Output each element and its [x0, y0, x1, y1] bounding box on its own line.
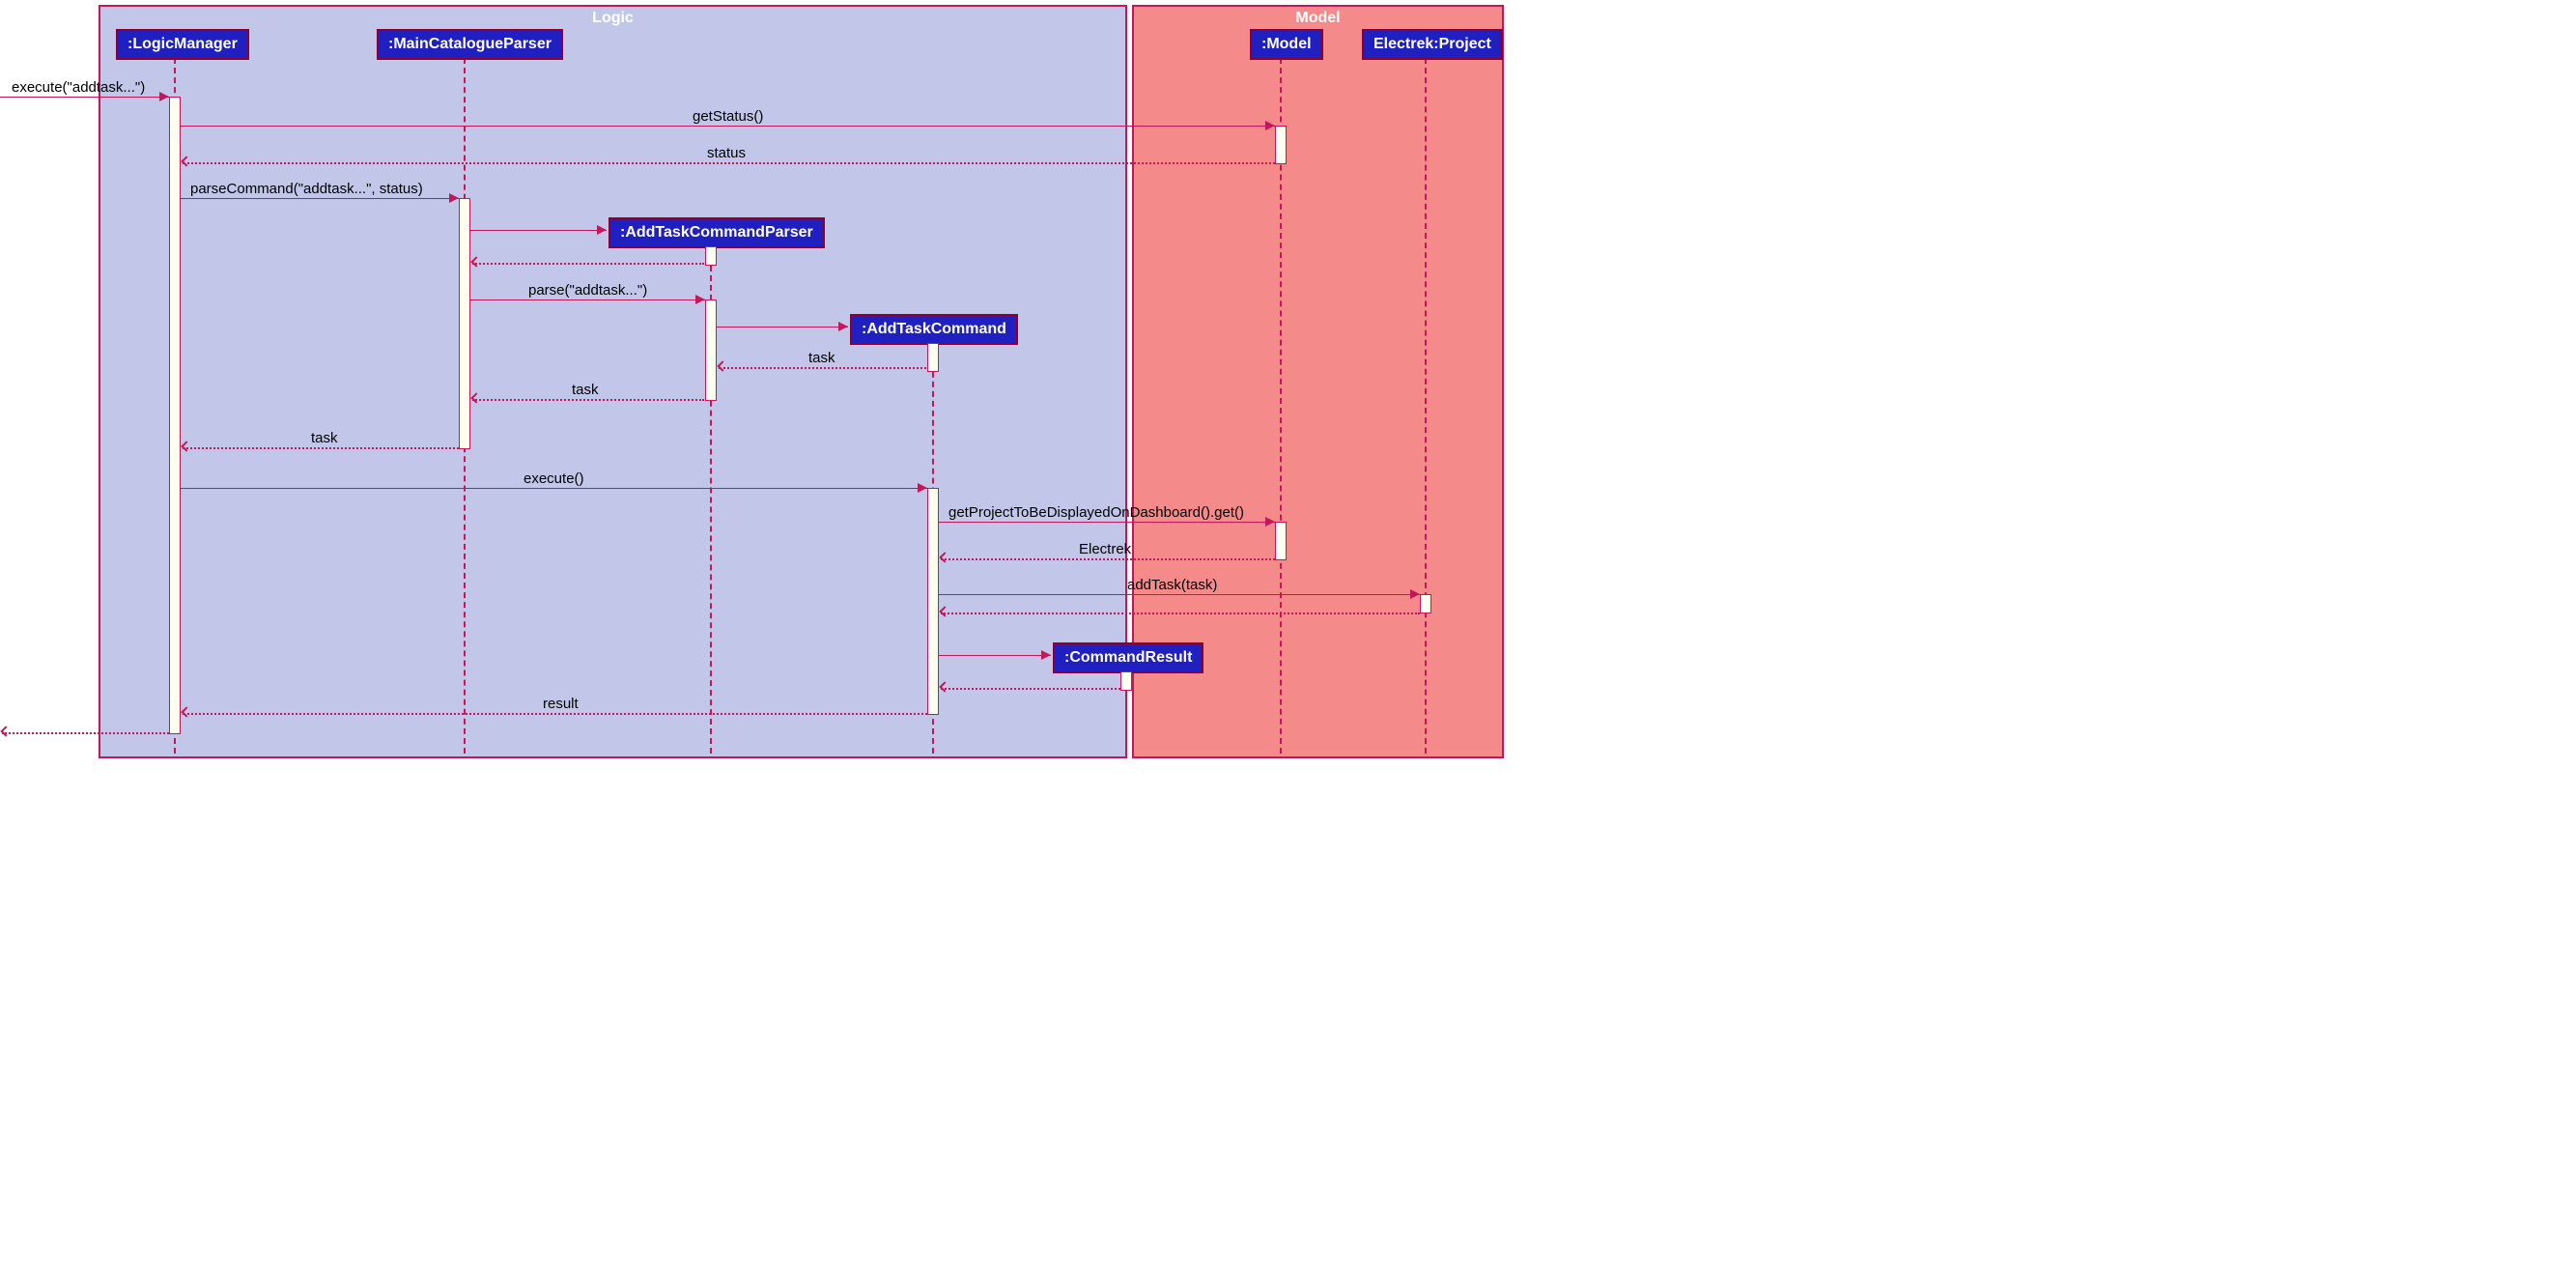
arrow-create-atp — [470, 230, 607, 231]
arrow-create-cr-ret — [941, 688, 1120, 690]
activation-addtaskparser-create — [705, 246, 717, 266]
label-m4: parseCommand("addtask...", status) — [188, 181, 425, 197]
frame-model-title: Model — [1295, 10, 1340, 27]
arrowtip-create-atp — [597, 225, 607, 235]
label-m1: execute("addtask...") — [10, 79, 147, 96]
frame-logic-title: Logic — [592, 10, 634, 27]
participant-addtaskparser: :AddTaskCommandParser — [609, 217, 825, 248]
arrow-m7 — [472, 399, 704, 401]
arrowtip-final-ret — [0, 726, 11, 736]
arrowtip-create-atc — [838, 322, 848, 331]
activation-logicmanager — [169, 97, 181, 734]
arrowtip-m1 — [159, 92, 169, 101]
arrow-m12-ret — [941, 613, 1420, 614]
activation-addtaskcmd-create — [927, 343, 939, 372]
arrow-m13 — [183, 713, 927, 715]
arrow-m4 — [181, 198, 459, 199]
label-m13: result — [541, 696, 580, 712]
arrow-m11 — [941, 558, 1275, 560]
activation-model-getproj — [1275, 522, 1287, 560]
arrow-m1 — [0, 97, 169, 98]
arrowtip-m12 — [1410, 589, 1420, 599]
label-m8: task — [309, 430, 340, 446]
arrow-m10 — [939, 522, 1275, 523]
label-m11: Electrek — [1077, 541, 1133, 557]
participant-mainparser: :MainCatalogueParser — [377, 29, 563, 60]
participant-logicmanager: :LogicManager — [116, 29, 249, 60]
arrow-create-atp-ret — [472, 263, 704, 265]
activation-cmdresult — [1120, 671, 1132, 691]
activation-addtaskcmd-execute — [927, 488, 939, 715]
frame-logic: Logic — [99, 5, 1127, 758]
arrowtip-m2 — [1265, 121, 1275, 130]
label-m12: addTask(task) — [1125, 577, 1219, 593]
arrow-m12 — [939, 594, 1420, 595]
activation-addtaskparser-parse — [705, 299, 717, 401]
label-m6: task — [807, 350, 837, 366]
arrow-m5 — [470, 299, 705, 300]
arrow-m2 — [181, 126, 1275, 127]
activation-project-addtask — [1420, 594, 1431, 613]
arrowtip-m10 — [1265, 517, 1275, 527]
label-m9: execute() — [522, 470, 586, 487]
activation-model-status — [1275, 126, 1287, 164]
participant-model: :Model — [1250, 29, 1323, 60]
arrowtip-m5 — [695, 295, 705, 304]
participant-addtaskcmd: :AddTaskCommand — [850, 314, 1018, 345]
arrow-create-atc — [717, 327, 848, 328]
arrow-m9 — [181, 488, 927, 489]
arrow-m3 — [183, 162, 1275, 164]
arrow-m8 — [183, 447, 459, 449]
activation-mainparser — [459, 198, 470, 449]
participant-project: Electrek:Project — [1362, 29, 1503, 60]
label-m10: getProjectToBeDisplayedOnDashboard().get… — [947, 504, 1246, 521]
arrow-m6 — [719, 367, 926, 369]
arrowtip-create-cr — [1041, 650, 1051, 660]
participant-cmdresult: :CommandResult — [1053, 642, 1203, 673]
sequence-diagram: Logic Model :LogicManager :MainCatalogue… — [0, 0, 1507, 763]
label-m2: getStatus() — [691, 108, 765, 125]
label-m3: status — [705, 145, 748, 161]
label-m7: task — [570, 382, 601, 398]
arrowtip-m9 — [918, 483, 927, 493]
arrowtip-m4 — [449, 193, 459, 203]
label-m5: parse("addtask...") — [526, 282, 649, 299]
lifeline-project — [1425, 58, 1427, 754]
arrow-final-ret — [2, 732, 169, 734]
arrow-create-cr — [939, 655, 1051, 656]
